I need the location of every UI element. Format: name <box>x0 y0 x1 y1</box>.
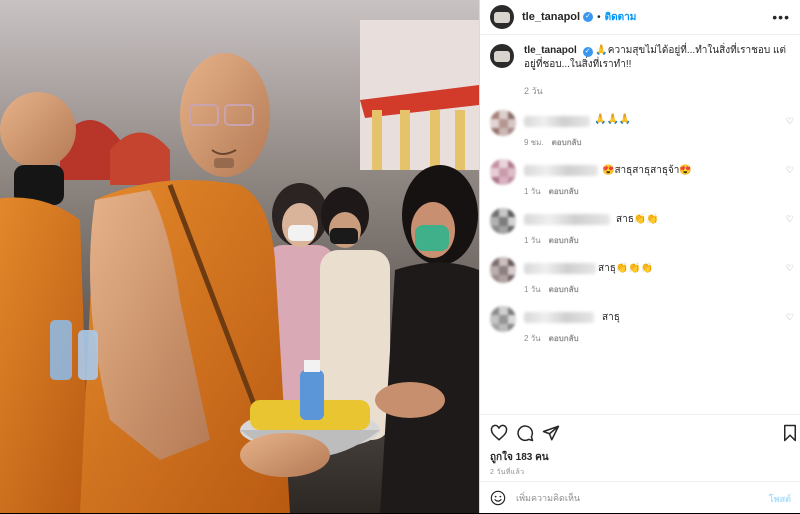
likes-count[interactable]: ถูกใจ 183 คน <box>490 450 549 465</box>
comment-avatar[interactable] <box>490 159 516 185</box>
comment-like-heart-icon[interactable]: ♡ <box>786 214 794 225</box>
comment-like-heart-icon[interactable]: ♡ <box>786 165 794 176</box>
comment-username-blurred[interactable] <box>524 116 590 127</box>
comment-input[interactable] <box>516 490 746 506</box>
comment-text: สาธุ👏👏👏 <box>598 263 654 274</box>
separator-dot: • <box>597 11 601 23</box>
post-comment-button[interactable]: โพสต์ <box>769 492 791 506</box>
reply-button[interactable]: ตอบกลับ <box>549 236 579 245</box>
verified-badge-icon: ✓ <box>582 47 593 57</box>
comment-item: สาธุ 2 วัน ตอบกลับ ♡ <box>490 306 794 346</box>
comment-meta: 2 วัน ตอบกลับ <box>524 332 579 345</box>
comment-item: สาธุ👏👏👏 1 วัน ตอบกลับ ♡ <box>490 257 794 297</box>
comment-avatar[interactable] <box>490 110 516 136</box>
comment-time: 2 วัน <box>524 334 541 343</box>
comment-avatar[interactable] <box>490 208 516 234</box>
add-comment-bar: โพสต์ <box>480 481 800 514</box>
post-photo[interactable] <box>0 0 479 513</box>
comment-text: 🙏🙏🙏 <box>594 114 632 125</box>
reply-button[interactable]: ตอบกลับ <box>549 285 579 294</box>
likes-number: 183 คน <box>515 452 549 463</box>
comment-item: สาธ👏👏 1 วัน ตอบกลับ ♡ <box>490 208 794 248</box>
post-header: tle_tanapol ✓ • ติดตาม ••• <box>480 0 800 35</box>
comment-like-heart-icon[interactable]: ♡ <box>786 312 794 323</box>
post-timestamp: 2 วันที่แล้ว <box>490 469 525 476</box>
comment-icon[interactable] <box>516 424 534 442</box>
comment-meta: 1 วัน ตอบกลับ <box>524 185 579 198</box>
caption-username[interactable]: tle_tanapol <box>524 45 577 56</box>
header-username[interactable]: tle_tanapol <box>522 11 580 23</box>
follow-button[interactable]: ติดตาม <box>605 10 637 25</box>
post-side-panel: tle_tanapol ✓ • ติดตาม ••• tle_tanapol ✓… <box>479 0 800 513</box>
comment-time: 1 วัน <box>524 236 541 245</box>
caption-time: 2 วัน <box>524 86 543 96</box>
post-actions-bar <box>480 414 800 451</box>
caption-text-block: tle_tanapol ✓ 🙏ความสุขไม่ได้อยู่ที่...ทำ… <box>524 44 790 72</box>
more-options-icon[interactable]: ••• <box>772 9 790 25</box>
comment-username-blurred[interactable] <box>524 312 594 323</box>
comment-item: 😍สาธุสาธุสาธุจ้า😍 1 วัน ตอบกลับ ♡ <box>490 159 794 199</box>
comment-meta: 1 วัน ตอบกลับ <box>524 283 579 296</box>
photo-illustration <box>0 0 479 513</box>
emoji-icon[interactable] <box>490 490 506 506</box>
comment-text: สาธุ <box>602 312 620 323</box>
comment-time: 1 วัน <box>524 187 541 196</box>
caption: tle_tanapol ✓ 🙏ความสุขไม่ได้อยู่ที่...ทำ… <box>490 44 790 72</box>
comment-meta: 1 วัน ตอบกลับ <box>524 234 579 247</box>
reply-button[interactable]: ตอบกลับ <box>549 187 579 196</box>
comment-avatar[interactable] <box>490 306 516 332</box>
comment-username-blurred[interactable] <box>524 263 596 274</box>
reply-button[interactable]: ตอบกลับ <box>549 334 579 343</box>
comment-like-heart-icon[interactable]: ♡ <box>786 116 794 127</box>
comment-time: 1 วัน <box>524 285 541 294</box>
avatar[interactable] <box>490 5 514 29</box>
comment-text: 😍สาธุสาธุสาธุจ้า😍 <box>602 165 692 176</box>
comment-time: 9 ชม. <box>524 138 544 147</box>
likes-label: ถูกใจ <box>490 452 513 463</box>
heart-icon[interactable] <box>490 424 508 442</box>
send-icon[interactable] <box>542 424 560 442</box>
reply-button[interactable]: ตอบกลับ <box>552 138 582 147</box>
comment-text: สาธ👏👏 <box>616 214 659 225</box>
verified-badge-icon: ✓ <box>583 12 594 22</box>
comment-item: 🙏🙏🙏 9 ชม. ตอบกลับ ♡ <box>490 110 794 150</box>
caption-avatar[interactable] <box>490 44 514 68</box>
comment-username-blurred[interactable] <box>524 214 610 225</box>
comment-like-heart-icon[interactable]: ♡ <box>786 263 794 274</box>
bookmark-icon[interactable] <box>781 424 799 442</box>
comment-username-blurred[interactable] <box>524 165 598 176</box>
comment-meta: 9 ชม. ตอบกลับ <box>524 136 582 149</box>
comment-avatar[interactable] <box>490 257 516 283</box>
